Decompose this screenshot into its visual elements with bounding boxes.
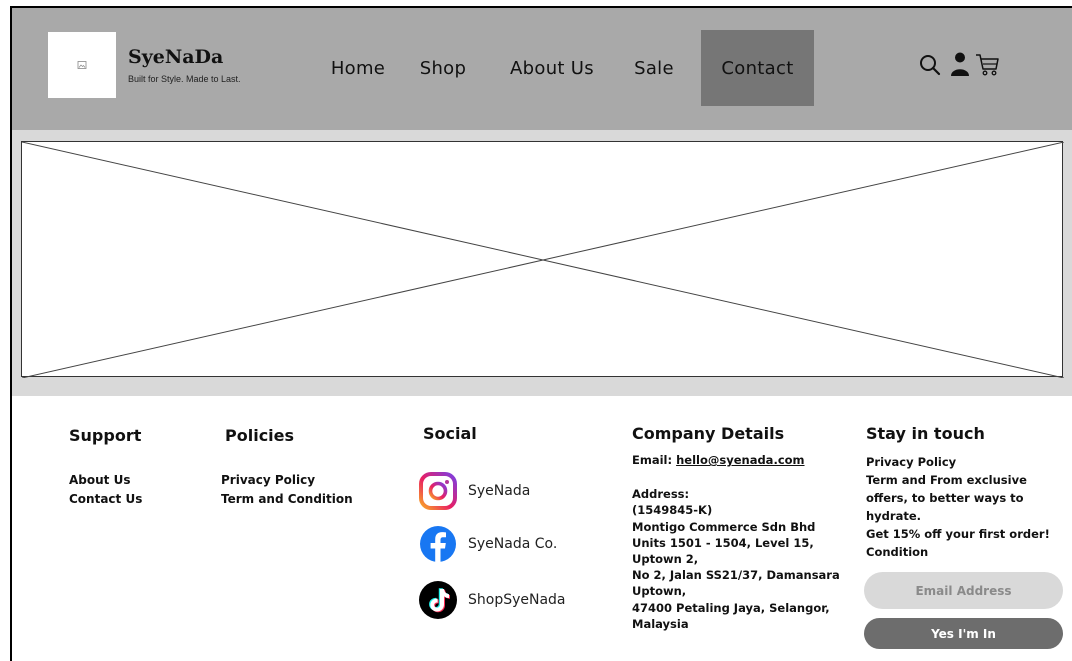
cart-icon[interactable]: [974, 52, 1000, 78]
company-address-line: Units 1501 - 1504, Level 15,: [632, 535, 814, 550]
stay-line: Condition: [866, 545, 929, 559]
social-tiktok[interactable]: ShopSyeNada: [418, 580, 608, 620]
support-title: Support: [69, 426, 142, 445]
policies-title: Policies: [225, 426, 295, 445]
company-title: Company Details: [632, 424, 785, 443]
company-details: Email: hello@syenada.com Address: (15498…: [632, 452, 847, 632]
company-email-link[interactable]: hello@syenada.com: [676, 453, 804, 467]
stay-line: offers, to better ways to: [866, 491, 1024, 505]
company-email-label: Email:: [632, 453, 677, 467]
company-email-line: Email: hello@syenada.com: [632, 452, 847, 468]
search-icon[interactable]: [917, 52, 943, 78]
support-link-about-us[interactable]: About Us: [69, 473, 130, 487]
social-title: Social: [423, 424, 477, 443]
stay-line: Get 15% off your first order!: [866, 527, 1050, 541]
company-address-line: Uptown,: [632, 584, 687, 599]
social-facebook[interactable]: SyeNada Co.: [418, 524, 608, 564]
instagram-icon: [419, 472, 457, 510]
company-address-line: Address:: [632, 487, 690, 502]
social-instagram[interactable]: SyeNada: [418, 471, 608, 511]
social-tiktok-label: ShopSyeNada: [468, 592, 566, 608]
nav-sale[interactable]: Sale: [624, 30, 684, 106]
stay-line: Term and From exclusive: [866, 473, 1027, 487]
company-address-line: Uptown 2,: [632, 552, 699, 567]
hero-section: [12, 130, 1072, 396]
company-address-line: 47400 Petaling Jaya, Selangor,: [632, 600, 830, 615]
logo[interactable]: [48, 32, 116, 98]
stay-in-touch-text: Privacy Policy Term and From exclusive o…: [866, 453, 1061, 561]
image-placeholder-cross: [22, 142, 1064, 378]
image-icon: [77, 61, 87, 69]
newsletter-email-input[interactable]: [864, 572, 1063, 609]
company-address-line: Malaysia: [632, 616, 689, 631]
site-header: SyeNaDa Built for Style. Made to Last. H…: [12, 8, 1072, 130]
nav-contact[interactable]: Contact: [701, 30, 814, 106]
stay-line: hydrate.: [866, 509, 922, 523]
tiktok-icon: [419, 581, 457, 619]
stay-line: Privacy Policy: [866, 455, 957, 469]
nav-shop[interactable]: Shop: [412, 30, 474, 106]
brand-tagline: Built for Style. Made to Last.: [128, 74, 241, 84]
company-address-line: (1549845-K): [632, 503, 713, 518]
company-address-line: No 2, Jalan SS21/37, Damansara: [632, 568, 840, 583]
nav-about-us[interactable]: About Us: [502, 30, 602, 106]
newsletter-subscribe-button[interactable]: Yes I'm In: [864, 618, 1063, 649]
page-frame: SyeNaDa Built for Style. Made to Last. H…: [10, 6, 1072, 661]
user-icon[interactable]: [947, 51, 973, 77]
brand-name[interactable]: SyeNaDa: [128, 46, 223, 68]
company-address-line: Montigo Commerce Sdn Bhd: [632, 519, 816, 534]
social-facebook-label: SyeNada Co.: [468, 536, 558, 552]
hero-image-placeholder: [21, 141, 1064, 378]
stay-in-touch-title: Stay in touch: [866, 424, 985, 443]
site-footer: Support About Us Contact Us Policies Pri…: [12, 396, 1072, 661]
policies-link-privacy[interactable]: Privacy Policy: [221, 473, 315, 487]
nav-home[interactable]: Home: [318, 30, 398, 106]
facebook-icon: [420, 526, 456, 562]
support-link-contact-us[interactable]: Contact Us: [69, 492, 142, 506]
social-instagram-label: SyeNada: [468, 483, 531, 499]
policies-link-terms[interactable]: Term and Condition: [221, 492, 353, 506]
